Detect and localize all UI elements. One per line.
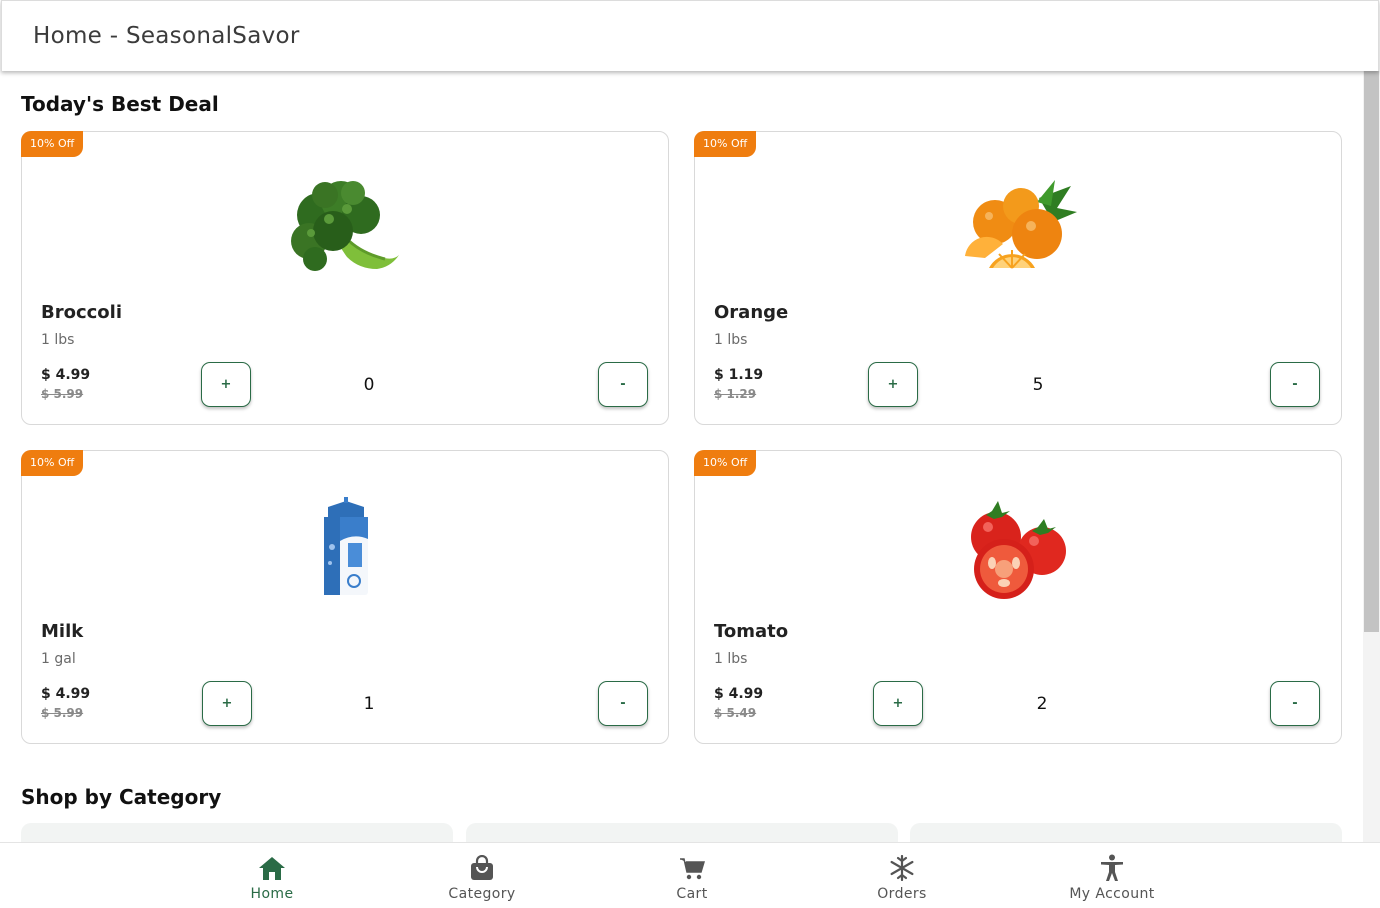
product-old-price: $ 5.49 <box>714 706 757 720</box>
product-unit: 1 gal <box>41 651 76 667</box>
product-price: $ 4.99 <box>41 686 91 702</box>
product-price: $ 4.99 <box>714 686 764 702</box>
snowflake-icon <box>887 854 917 882</box>
product-card-milk[interactable]: 10% Off Milk 1 gal $ 4.99 $ 5.99 + 1 - <box>21 450 669 744</box>
product-unit: 1 lbs <box>41 332 75 348</box>
increase-quantity-button[interactable]: + <box>868 362 918 407</box>
tomato-image <box>695 479 1343 619</box>
decrease-quantity-button[interactable]: - <box>598 681 648 726</box>
product-name: Broccoli <box>41 302 123 323</box>
product-price: $ 1.19 <box>714 367 764 383</box>
product-name: Milk <box>41 621 84 642</box>
discount-badge: 10% Off <box>694 450 757 476</box>
product-card-orange[interactable]: 10% Off Orange 1 lbs $ 1.19 $ 1.29 + 5 - <box>694 131 1342 425</box>
increase-quantity-button[interactable]: + <box>202 681 252 726</box>
category-heading: Shop by Category <box>21 785 222 809</box>
nav-category[interactable]: Category <box>422 843 542 908</box>
bottom-navigation: Home Category Cart Orders My Account <box>0 842 1380 908</box>
discount-badge: 10% Off <box>694 131 757 157</box>
nav-label: Orders <box>877 886 927 902</box>
quantity-value: 5 <box>1032 375 1044 395</box>
product-name: Tomato <box>714 621 789 642</box>
person-icon <box>1097 854 1127 882</box>
product-old-price: $ 5.99 <box>41 387 84 401</box>
product-card-broccoli[interactable]: 10% Off Broccoli 1 lbs $ 4.99 $ 5.99 + 0… <box>21 131 669 425</box>
home-icon <box>257 854 287 882</box>
increase-quantity-button[interactable]: + <box>873 681 923 726</box>
nav-label: Cart <box>676 886 708 902</box>
product-price: $ 4.99 <box>41 367 91 383</box>
quantity-value: 1 <box>363 694 375 714</box>
increase-quantity-button[interactable]: + <box>201 362 251 407</box>
nav-my-account[interactable]: My Account <box>1052 843 1172 908</box>
milk-carton-image <box>22 479 670 619</box>
decrease-quantity-button[interactable]: - <box>1270 681 1320 726</box>
scrollbar-thumb[interactable] <box>1364 71 1379 632</box>
discount-badge: 10% Off <box>21 450 84 476</box>
orange-image <box>695 160 1343 300</box>
decrease-quantity-button[interactable]: - <box>1270 362 1320 407</box>
product-unit: 1 lbs <box>714 332 748 348</box>
product-unit: 1 lbs <box>714 651 748 667</box>
nav-label: My Account <box>1069 886 1155 902</box>
page-title: Home - SeasonalSavor <box>33 23 300 49</box>
product-name: Orange <box>714 302 789 323</box>
discount-badge: 10% Off <box>21 131 84 157</box>
decrease-quantity-button[interactable]: - <box>598 362 648 407</box>
nav-orders[interactable]: Orders <box>842 843 962 908</box>
quantity-value: 2 <box>1036 694 1048 714</box>
quantity-value: 0 <box>363 375 375 395</box>
product-card-tomato[interactable]: 10% Off Tomato 1 lbs $ 4.99 $ 5.49 + 2 - <box>694 450 1342 744</box>
best-deal-heading: Today's Best Deal <box>21 92 219 116</box>
shopping-bag-icon <box>467 854 497 882</box>
nav-label: Home <box>250 886 294 902</box>
product-old-price: $ 1.29 <box>714 387 757 401</box>
product-old-price: $ 5.99 <box>41 706 84 720</box>
broccoli-image <box>22 160 670 300</box>
cart-icon <box>677 854 707 882</box>
nav-label: Category <box>448 886 516 902</box>
app-bar: Home - SeasonalSavor <box>1 0 1379 71</box>
nav-home[interactable]: Home <box>212 843 332 908</box>
nav-cart[interactable]: Cart <box>632 843 752 908</box>
